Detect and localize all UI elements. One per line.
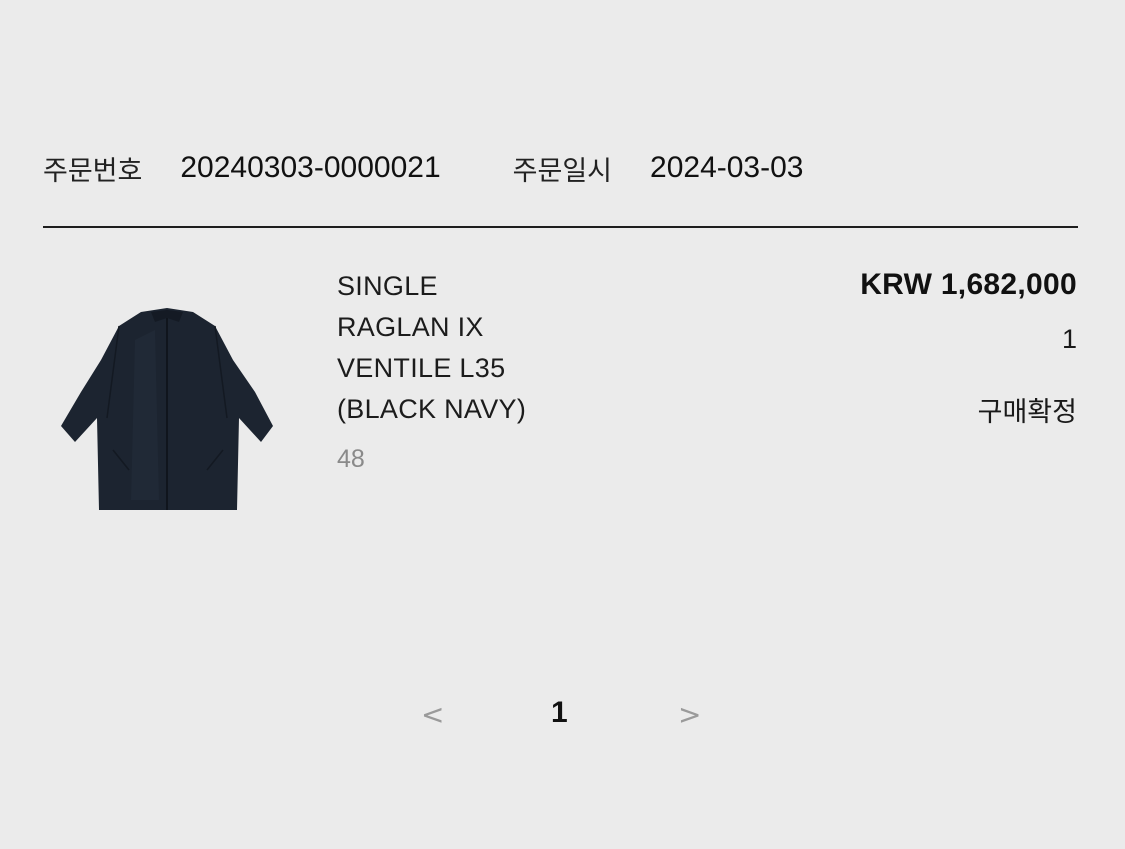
product-info: SINGLE RAGLAN IX VENTILE L35 (BLACK NAVY… — [337, 266, 657, 474]
order-number-value: 20240303-0000021 — [180, 151, 441, 184]
order-status: 구매확정 — [977, 397, 1077, 428]
price-column: KRW 1,682,000 1 구매확정 — [860, 268, 1077, 429]
product-image[interactable] — [55, 300, 280, 520]
product-size: 48 — [337, 445, 365, 473]
order-date-value: 2024-03-03 — [650, 151, 804, 184]
pagination-page-1[interactable]: 1 — [551, 696, 568, 730]
product-price: KRW 1,682,000 — [860, 268, 1077, 301]
product-name[interactable]: SINGLE RAGLAN IX VENTILE L35 (BLACK NAVY… — [337, 266, 657, 430]
pagination-prev-button[interactable]: < — [421, 698, 444, 731]
order-date-label: 주문일시 — [512, 155, 613, 187]
order-header: 주문번호 20240303-0000021 주문일시 2024-03-03 — [43, 148, 1078, 188]
coat-image-icon — [61, 308, 273, 510]
product-quantity: 1 — [1061, 324, 1077, 354]
header-divider — [43, 226, 1078, 228]
order-number-label: 주문번호 — [43, 155, 143, 187]
pagination-next-button[interactable]: > — [678, 698, 701, 731]
pagination: < 1 > — [0, 692, 1125, 742]
